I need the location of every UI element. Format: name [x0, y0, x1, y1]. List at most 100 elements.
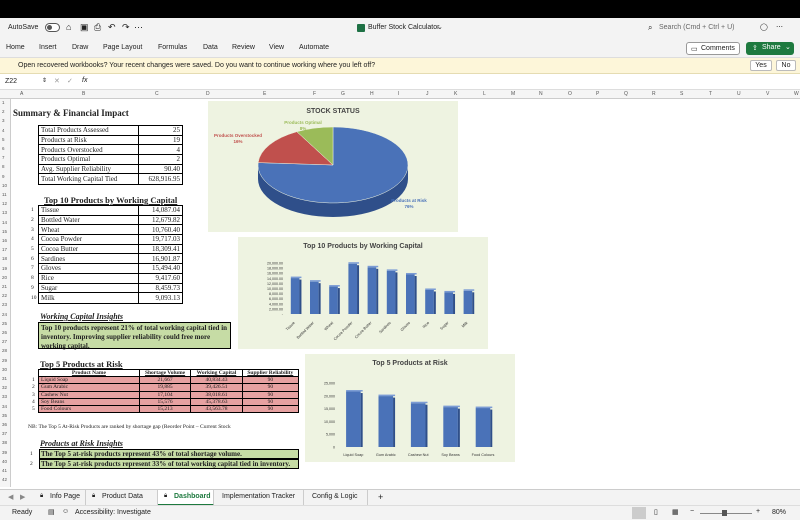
row-header[interactable]: 32 [2, 385, 7, 390]
row-header[interactable]: 35 [2, 413, 7, 418]
zoom-level[interactable]: 80% [772, 509, 786, 516]
print-icon[interactable]: ⎙ [94, 22, 101, 33]
tab-data[interactable]: Data [203, 44, 218, 51]
row-header[interactable]: 3 [2, 118, 5, 123]
row-header[interactable]: 30 [2, 367, 7, 372]
row-header[interactable]: 6 [2, 146, 5, 151]
column-header-q[interactable]: Q [624, 91, 628, 97]
row-header[interactable]: 34 [2, 404, 7, 409]
page-break-view-icon[interactable]: ▦ [672, 508, 679, 516]
row-header[interactable]: 21 [2, 284, 7, 289]
column-header-c[interactable]: C [155, 91, 159, 97]
row-header[interactable]: 31 [2, 376, 7, 381]
row-header[interactable]: 24 [2, 312, 7, 317]
row-header[interactable]: 23 [2, 302, 7, 307]
user-icon[interactable]: ◯ [760, 23, 768, 31]
autosave-toggle[interactable] [45, 23, 60, 32]
tab-insert[interactable]: Insert [39, 44, 57, 51]
column-header-r[interactable]: R [652, 91, 656, 97]
column-header-i[interactable]: I [398, 91, 399, 97]
zoom-out-icon[interactable]: − [690, 508, 694, 515]
tab-view[interactable]: View [269, 44, 284, 51]
confirm-icon[interactable]: ✓ [67, 77, 73, 85]
sheet-tab-dashboard[interactable]: 🔒︎ Dashboard [158, 490, 214, 506]
column-header-f[interactable]: F [313, 91, 316, 97]
row-header[interactable]: 16 [2, 238, 7, 243]
redo-icon[interactable]: ↷ [122, 22, 130, 33]
row-header[interactable]: 8 [2, 164, 5, 169]
comments-button[interactable]: ▭ Comments [686, 42, 740, 55]
column-header-k[interactable]: K [454, 91, 457, 97]
tab-home[interactable]: Home [6, 44, 25, 51]
column-header-w[interactable]: W [794, 91, 799, 97]
more-options-icon[interactable]: ⋯ [776, 23, 783, 31]
row-header[interactable]: 42 [2, 477, 7, 482]
column-header-b[interactable]: B [82, 91, 85, 97]
row-header[interactable]: 26 [2, 330, 7, 335]
row-header[interactable]: 13 [2, 210, 7, 215]
row-header[interactable]: 17 [2, 247, 7, 252]
name-box-chevron-icon[interactable]: ⇕ [42, 77, 47, 84]
normal-view-icon[interactable] [632, 507, 646, 519]
column-header-e[interactable]: E [263, 91, 266, 97]
sheet-tab-info-page[interactable]: 🔒︎ Info Page [34, 490, 86, 506]
zoom-slider-thumb[interactable] [722, 510, 727, 516]
row-header[interactable]: 4 [2, 128, 5, 133]
search-input[interactable]: Search (Cmd + Ctrl + U) [659, 24, 734, 31]
sheet-tab-config-logic[interactable]: Config & Logic [304, 490, 368, 506]
top10-chart[interactable]: Top 10 Products by Working Capital 20,000… [238, 237, 488, 349]
prev-sheet-icon[interactable]: ◀ [8, 493, 13, 501]
row-header[interactable]: 5 [2, 137, 5, 142]
row-header[interactable]: 11 [2, 192, 7, 197]
row-header[interactable]: 36 [2, 422, 7, 427]
row-header[interactable]: 41 [2, 468, 7, 473]
row-header[interactable]: 15 [2, 229, 7, 234]
fx-label[interactable]: fx [82, 77, 87, 84]
row-header[interactable]: 9 [2, 174, 5, 179]
row-header[interactable]: 18 [2, 256, 7, 261]
column-header-t[interactable]: T [709, 91, 712, 97]
share-button[interactable]: ⇪ Share ⌄ [746, 42, 794, 55]
column-header-d[interactable]: D [206, 91, 210, 97]
cancel-icon[interactable]: ✕ [54, 77, 60, 85]
save-icon[interactable]: ▣ [80, 22, 89, 33]
row-header[interactable]: 10 [2, 183, 7, 188]
row-header[interactable]: 1 [2, 100, 5, 105]
column-header-m[interactable]: M [511, 91, 515, 97]
column-header-v[interactable]: V [766, 91, 769, 97]
row-header[interactable]: 20 [2, 275, 7, 280]
row-header[interactable]: 7 [2, 155, 5, 160]
tab-page-layout[interactable]: Page Layout [103, 44, 142, 51]
page-layout-view-icon[interactable]: ▯ [654, 508, 658, 516]
accessibility-icon[interactable]: ☺ [62, 508, 69, 515]
column-header-o[interactable]: O [568, 91, 572, 97]
no-button[interactable]: No [776, 60, 796, 71]
tab-draw[interactable]: Draw [72, 44, 88, 51]
column-header-n[interactable]: N [539, 91, 543, 97]
next-sheet-icon[interactable]: ▶ [20, 493, 25, 501]
row-header[interactable]: 29 [2, 358, 7, 363]
home-icon[interactable]: ⌂ [66, 22, 71, 32]
title-chevron-icon[interactable]: ⌄ [437, 23, 443, 31]
column-header-j[interactable]: J [426, 91, 429, 97]
sheet-tab-implementation-tracker[interactable]: Implementation Tracker [214, 490, 304, 506]
stock-status-chart[interactable]: STOCK STATUS Products at Risk 76% Products … [208, 101, 458, 232]
column-header-l[interactable]: L [483, 91, 486, 97]
row-header[interactable]: 12 [2, 201, 7, 206]
add-sheet-button[interactable]: + [378, 492, 383, 502]
row-header[interactable]: 27 [2, 339, 7, 344]
more-icon[interactable]: ⋯ [134, 22, 143, 33]
zoom-in-icon[interactable]: + [756, 508, 760, 515]
row-header[interactable]: 33 [2, 394, 7, 399]
tab-review[interactable]: Review [232, 44, 255, 51]
column-header-h[interactable]: H [370, 91, 374, 97]
tab-automate[interactable]: Automate [299, 44, 329, 51]
accessibility-status[interactable]: Accessibility: Investigate [75, 509, 151, 516]
column-header-u[interactable]: U [737, 91, 741, 97]
column-header-s[interactable]: S [680, 91, 683, 97]
row-header[interactable]: 14 [2, 220, 7, 225]
row-header[interactable]: 25 [2, 321, 7, 326]
row-header[interactable]: 38 [2, 440, 7, 445]
row-header[interactable]: 39 [2, 450, 7, 455]
tab-formulas[interactable]: Formulas [158, 44, 187, 51]
